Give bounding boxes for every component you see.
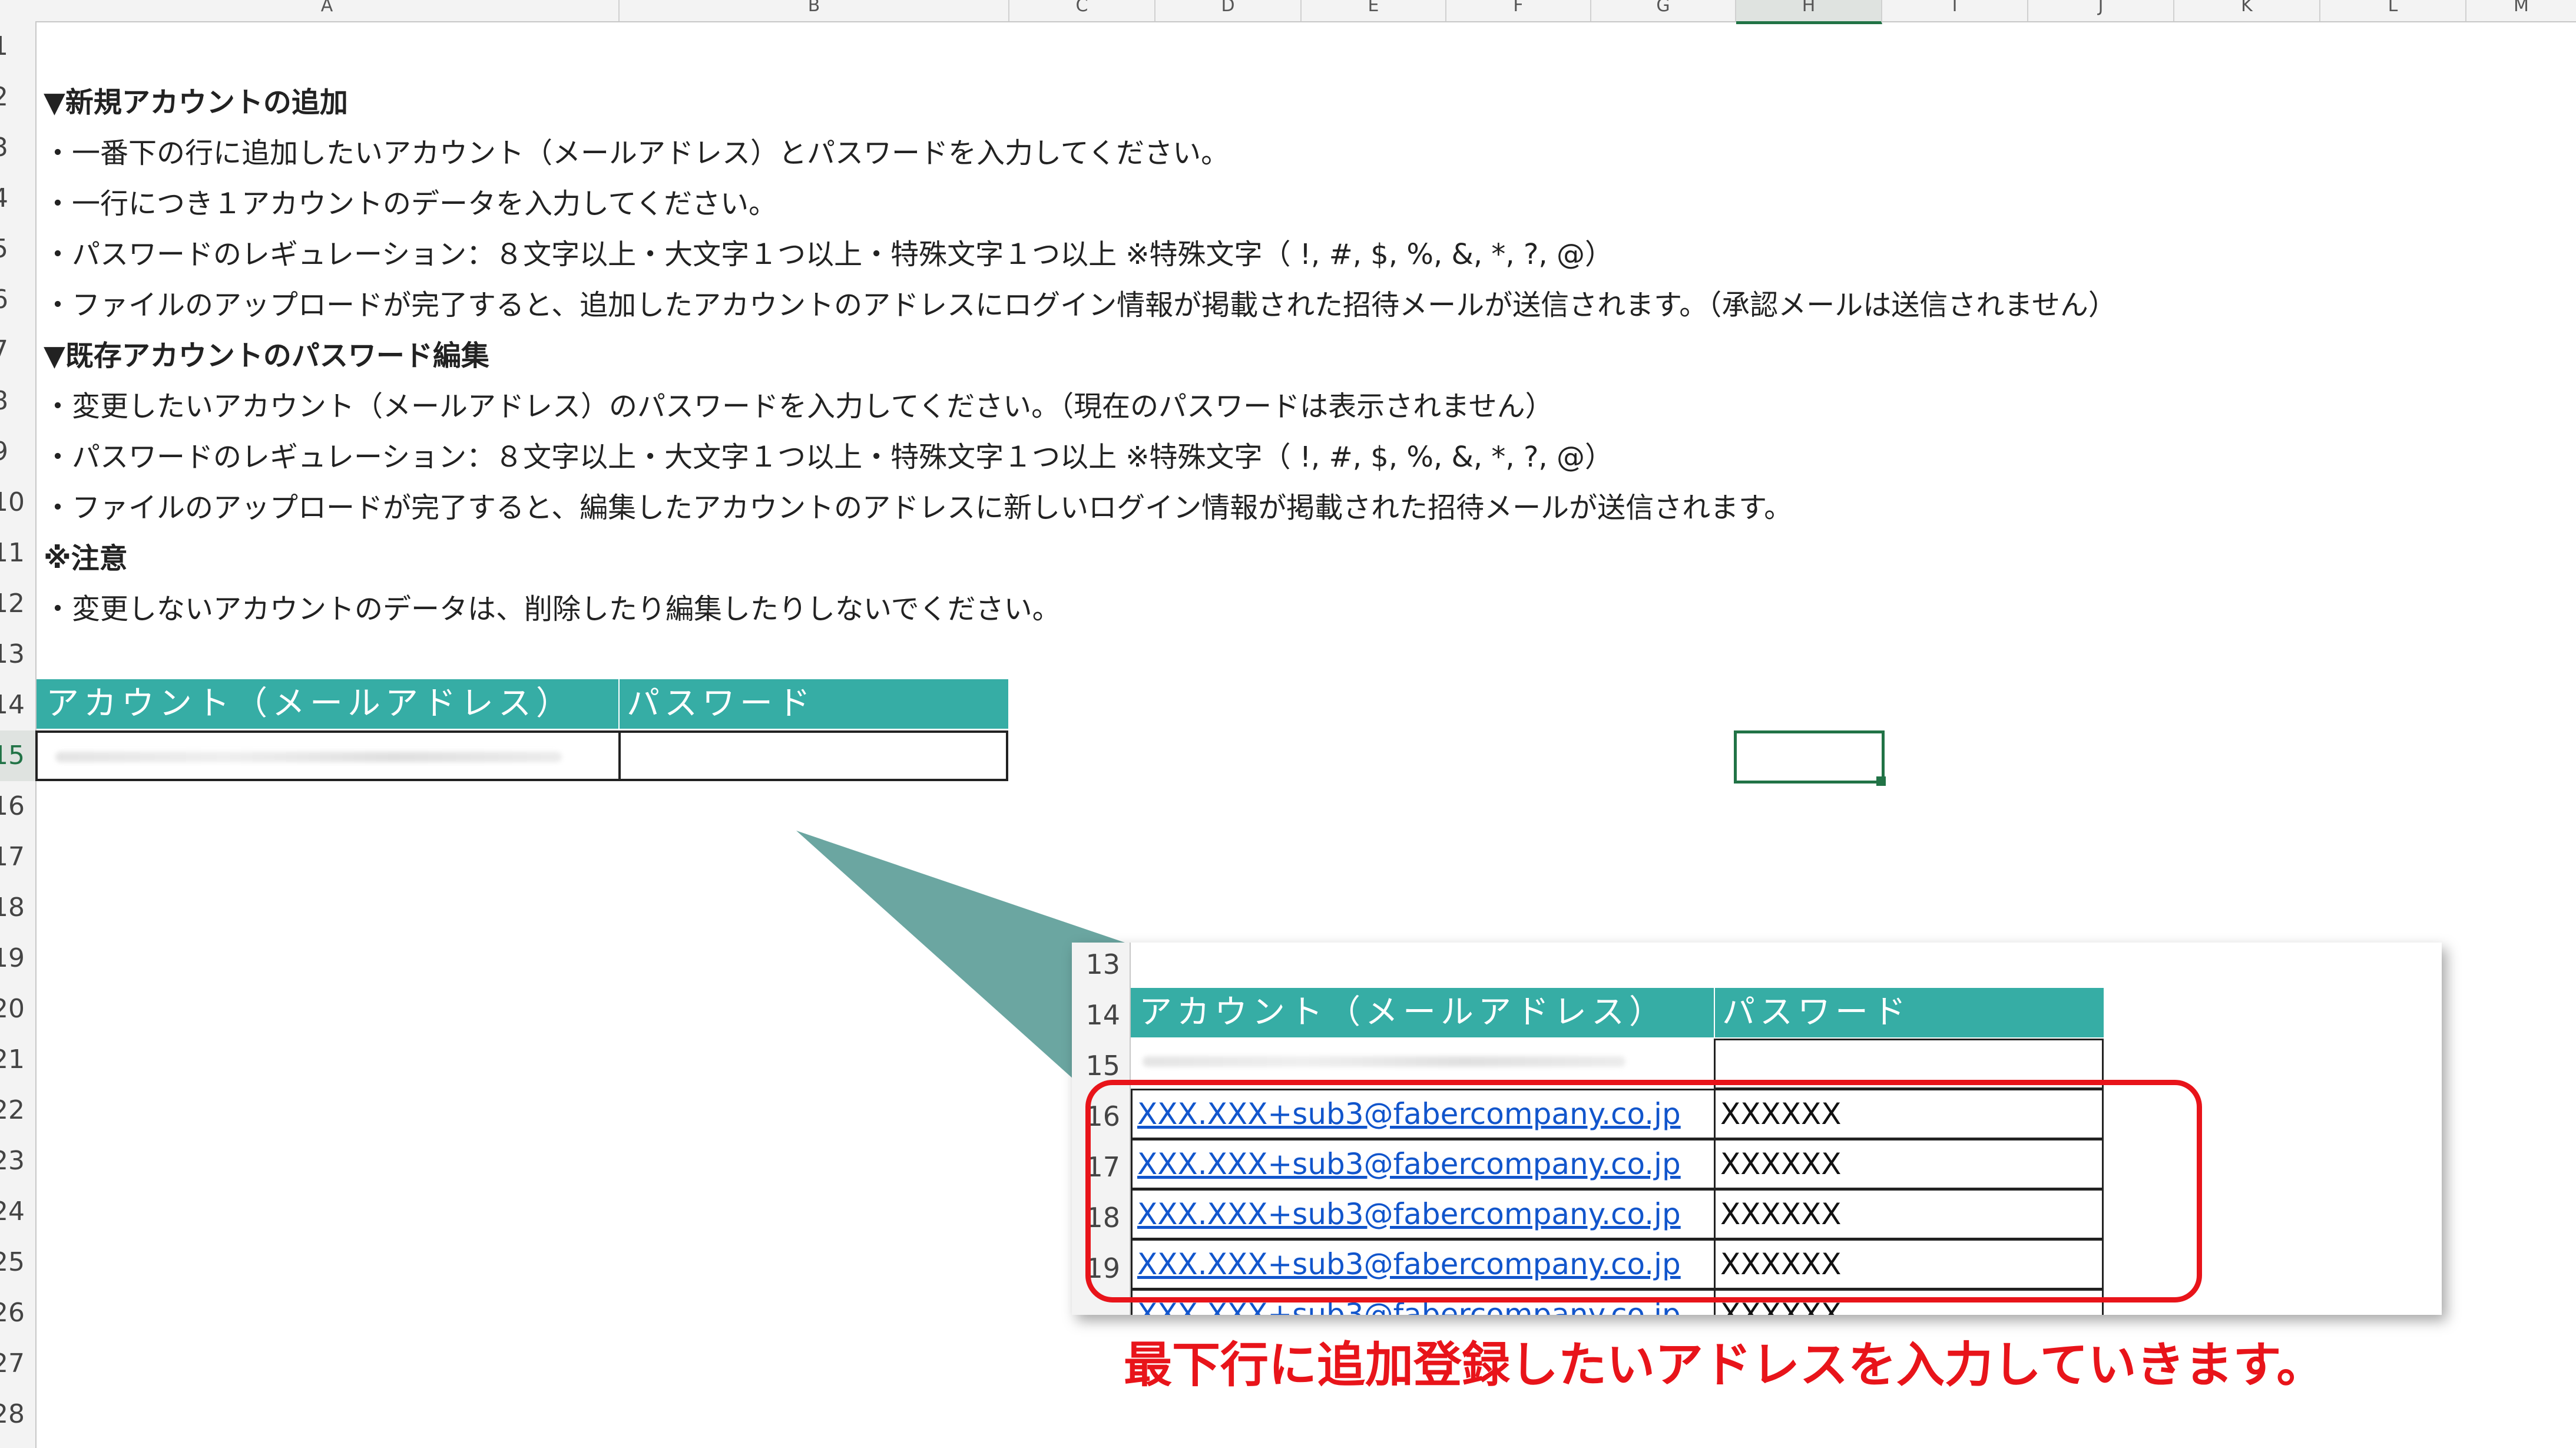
highlight-rounded-box [1085, 1080, 2202, 1302]
inset-header-password: パスワード [1715, 988, 2104, 1037]
blurred-email-text [1143, 1056, 1625, 1067]
inset-row-header: 14 [1085, 999, 1120, 1031]
annotation-caption: 最下行に追加登録したいアドレスを入力していきます。 [1124, 1337, 2325, 1393]
inset-header-account: アカウント（メールアドレス） [1131, 988, 1714, 1037]
inset-row-header: 13 [1085, 948, 1120, 980]
